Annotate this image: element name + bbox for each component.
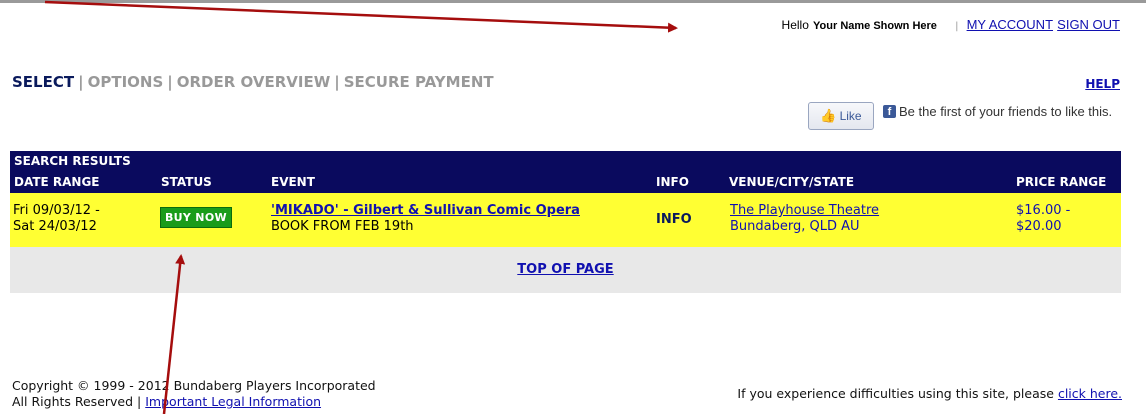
price-to: $20.00 — [1016, 219, 1062, 234]
checkout-steps: SELECT | OPTIONS | ORDER OVERVIEW | SECURE PAY… — [12, 73, 494, 91]
like-label: Like — [839, 109, 862, 123]
user-name: Your Name Shown Here — [813, 20, 937, 32]
date-range-cell: Fri 09/03/12 - Sat 24/03/12 — [13, 203, 100, 235]
footer-copyright: Copyright © 1999 - 2012 Bundaberg Player… — [12, 378, 376, 410]
hello-text: Hello — [781, 18, 809, 32]
thumbs-up-icon: 👍 — [820, 108, 837, 123]
sign-out-link[interactable]: SIGN OUT — [1057, 17, 1120, 32]
event-subtitle: BOOK FROM FEB 19th — [271, 219, 414, 234]
col-price-range: PRICE RANGE — [1016, 175, 1107, 189]
footer-pipe: | — [137, 394, 142, 409]
event-title-link[interactable]: 'MIKADO' - Gilbert & Sullivan Comic Oper… — [271, 203, 580, 218]
step-secure-payment: SECURE PAYMENT — [343, 73, 494, 91]
account-bar: Hello Your Name Shown Here | MY ACCOUNT … — [700, 17, 1120, 33]
col-status: STATUS — [161, 175, 212, 189]
top-of-page-row: TOP OF PAGE — [10, 247, 1121, 293]
step-separator: | — [78, 73, 84, 91]
venue-link[interactable]: The Playhouse Theatre — [730, 203, 879, 218]
help-link[interactable]: HELP — [1085, 77, 1120, 91]
column-headers: DATE RANGE STATUS EVENT INFO VENUE/CITY/… — [10, 172, 1121, 193]
col-event: EVENT — [271, 175, 315, 189]
results-title: SEARCH RESULTS — [10, 151, 1121, 172]
facebook-icon: f — [883, 105, 896, 118]
arrow-to-user-name — [44, 0, 678, 33]
search-results-table: SEARCH RESULTS DATE RANGE STATUS EVENT I… — [10, 151, 1121, 293]
table-row: Fri 09/03/12 - Sat 24/03/12 BUY NOW 'MIK… — [10, 193, 1121, 247]
date-to: Sat 24/03/12 — [13, 219, 97, 234]
difficulty-text: If you experience difficulties using thi… — [737, 386, 1054, 401]
step-select: SELECT — [12, 73, 75, 91]
price-cell: $16.00 - $20.00 — [1016, 203, 1070, 235]
step-options: OPTIONS — [87, 73, 164, 91]
price-from: $16.00 - — [1016, 203, 1071, 218]
step-separator: | — [167, 73, 173, 91]
copyright-text: Copyright © 1999 - 2012 Bundaberg Player… — [12, 378, 376, 393]
step-separator: | — [334, 73, 340, 91]
buy-now-button[interactable]: BUY NOW — [160, 207, 232, 228]
top-of-page-link[interactable]: TOP OF PAGE — [10, 262, 1121, 277]
date-from: Fri 09/03/12 - — [13, 203, 100, 218]
facebook-like-button[interactable]: 👍 Like — [808, 102, 874, 130]
step-order-overview: ORDER OVERVIEW — [176, 73, 331, 91]
col-venue: VENUE/CITY/STATE — [729, 175, 855, 189]
status-cell: BUY NOW — [160, 207, 232, 228]
account-separator: | — [955, 21, 959, 32]
top-border — [0, 0, 1146, 3]
click-here-link[interactable]: click here. — [1058, 386, 1122, 401]
info-link[interactable]: INFO — [656, 212, 692, 227]
rights-text: All Rights Reserved — [12, 394, 134, 409]
venue-city: Bundaberg, QLD AU — [730, 219, 860, 234]
legal-link[interactable]: Important Legal Information — [145, 394, 321, 409]
footer-help: If you experience difficulties using thi… — [737, 386, 1122, 401]
facebook-social-text: Be the first of your friends to like thi… — [899, 104, 1113, 119]
col-info: INFO — [656, 175, 689, 189]
col-date-range: DATE RANGE — [14, 175, 100, 189]
event-cell: 'MIKADO' - Gilbert & Sullivan Comic Oper… — [271, 203, 580, 235]
my-account-link[interactable]: MY ACCOUNT — [967, 17, 1053, 32]
venue-cell: The Playhouse Theatre Bundaberg, QLD AU — [730, 203, 879, 235]
